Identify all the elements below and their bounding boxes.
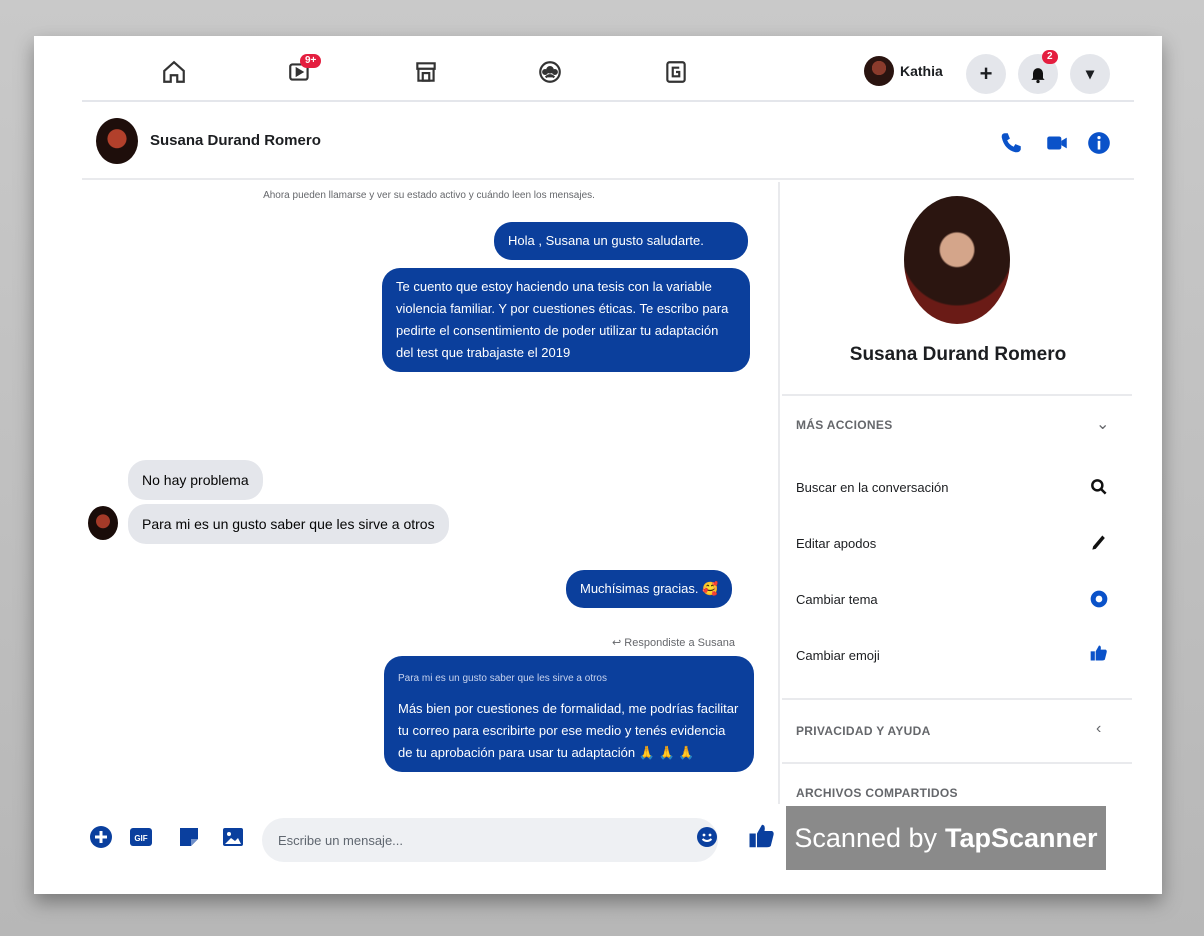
groups-icon[interactable]	[532, 54, 568, 90]
plus-icon: +	[979, 61, 993, 86]
watch-video-icon[interactable]: 9+	[282, 54, 322, 90]
message-composer: GIF	[82, 804, 786, 868]
pencil-icon[interactable]	[1088, 532, 1110, 554]
svg-text:GIF: GIF	[134, 834, 147, 843]
message-input[interactable]	[262, 818, 718, 862]
action-change-emoji[interactable]: Cambiar emoji	[796, 648, 880, 663]
notifications-badge: 2	[1042, 50, 1058, 64]
chevron-left-icon[interactable]: ‹	[1096, 720, 1101, 738]
message-bubble-sent[interactable]: Muchísimas gracias. 🥰	[566, 570, 733, 608]
more-actions-header[interactable]: MÁS ACCIONES	[796, 418, 893, 432]
contact-avatar[interactable]	[96, 118, 138, 164]
conversation-header: Susana Durand Romero	[82, 104, 1134, 180]
action-change-theme[interactable]: Cambiar tema	[796, 592, 878, 607]
message-bubble-reply[interactable]: Para mi es un gusto saber que les sirve …	[384, 656, 754, 772]
sticker-icon[interactable]	[176, 824, 202, 850]
profile-shortcut[interactable]: Kathia	[864, 56, 943, 86]
user-name: Kathia	[900, 63, 943, 79]
shared-files-header[interactable]: ARCHIVOS COMPARTIDOS	[796, 786, 958, 800]
reply-indicator: ↩ Respondiste a Susana	[612, 637, 735, 649]
watermark-prefix: Scanned by	[794, 822, 938, 853]
avatar	[864, 56, 894, 86]
message-bubble-sent[interactable]: Te cuento que estoy haciendo una tesis c…	[382, 268, 750, 372]
video-call-icon[interactable]	[1042, 128, 1072, 158]
like-send-icon[interactable]	[746, 820, 778, 852]
message-bubble-sent[interactable]: Hola , Susana un gusto saludarte.	[494, 222, 748, 260]
chevron-down-icon[interactable]: ⌄	[1096, 414, 1109, 434]
theme-icon[interactable]	[1088, 588, 1110, 610]
quoted-message: Para mi es un gusto saber que les sirve …	[398, 673, 607, 684]
gif-icon[interactable]: GIF	[128, 824, 154, 850]
scanner-watermark: Scanned by TapScanner	[786, 806, 1106, 870]
divider	[782, 394, 1132, 396]
divider	[782, 698, 1132, 700]
account-menu-button[interactable]: ▾	[1070, 54, 1110, 94]
marketplace-icon[interactable]	[408, 54, 444, 90]
create-button[interactable]: +	[966, 54, 1006, 94]
home-icon[interactable]	[156, 54, 192, 90]
action-edit-nicknames[interactable]: Editar apodos	[796, 536, 876, 551]
video-badge: 9+	[300, 54, 322, 68]
image-icon[interactable]	[220, 824, 246, 850]
message-bubble-received[interactable]: No hay problema	[128, 460, 263, 500]
message-bubble-received[interactable]: Para mi es un gusto saber que les sirve …	[128, 504, 449, 544]
bell-icon	[1031, 68, 1045, 84]
reply-text: Más bien por cuestiones de formalidad, m…	[398, 701, 739, 760]
profile-picture[interactable]	[904, 196, 1010, 324]
system-note: Ahora pueden llamarse y ver su estado ac…	[263, 190, 595, 201]
conversation-info-panel: Susana Durand Romero MÁS ACCIONES ⌄ Busc…	[778, 182, 1134, 804]
action-search-conversation[interactable]: Buscar en la conversación	[796, 480, 948, 495]
gaming-icon[interactable]	[658, 54, 694, 90]
search-icon[interactable]	[1088, 476, 1110, 498]
contact-avatar-small	[88, 506, 118, 540]
thumbs-up-icon[interactable]	[1088, 642, 1110, 664]
emoji-icon[interactable]	[694, 824, 720, 850]
message-list[interactable]: Ahora pueden llamarse y ver su estado ac…	[82, 182, 776, 802]
caret-down-icon: ▾	[1085, 66, 1095, 83]
divider	[782, 762, 1132, 764]
phone-icon[interactable]	[996, 128, 1026, 158]
messenger-window: 9+ Kathia + 2 ▾ Susana Durand Romero Aho…	[82, 44, 1134, 880]
info-icon[interactable]	[1084, 128, 1114, 158]
plus-circle-icon[interactable]	[88, 824, 114, 850]
profile-name: Susana Durand Romero	[849, 344, 1067, 365]
top-navigation: 9+ Kathia + 2 ▾	[82, 44, 1134, 102]
contact-name[interactable]: Susana Durand Romero	[150, 132, 321, 149]
watermark-brand: TapScanner	[945, 822, 1098, 853]
notifications-button[interactable]: 2	[1018, 50, 1058, 94]
privacy-help-header[interactable]: PRIVACIDAD Y AYUDA	[796, 724, 931, 738]
